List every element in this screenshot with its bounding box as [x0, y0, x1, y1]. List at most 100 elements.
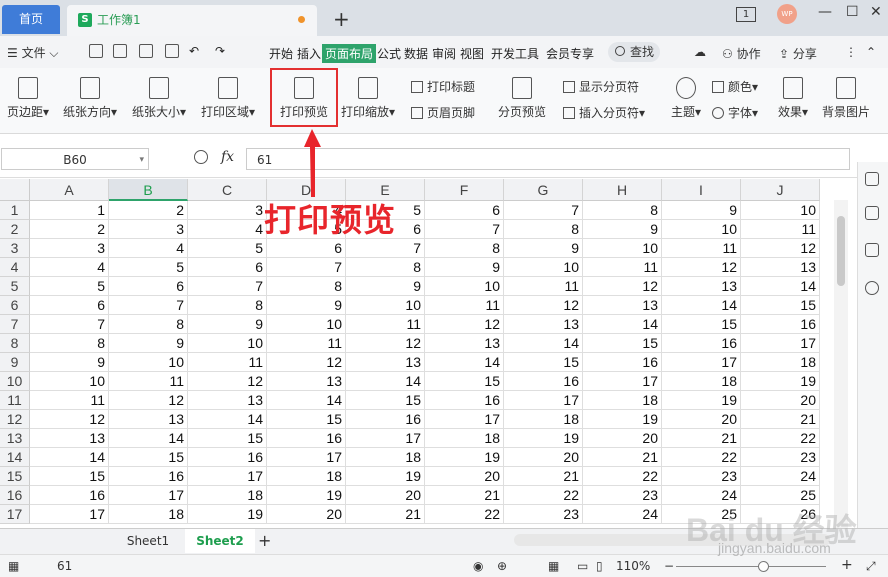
- grid-cell[interactable]: 11: [504, 277, 583, 296]
- grid-cell[interactable]: 22: [583, 467, 662, 486]
- grid-cell[interactable]: 3: [188, 201, 267, 220]
- row-header[interactable]: 10: [0, 372, 30, 391]
- row-header[interactable]: 11: [0, 391, 30, 410]
- grid-cell[interactable]: 18: [741, 353, 820, 372]
- grid-cell[interactable]: 11: [109, 372, 188, 391]
- grid-cell[interactable]: 14: [30, 448, 109, 467]
- column-header-g[interactable]: G: [504, 179, 583, 201]
- grid-cell[interactable]: 24: [583, 505, 662, 524]
- grid-cell[interactable]: 10: [267, 315, 346, 334]
- grid-cell[interactable]: 13: [30, 429, 109, 448]
- grid-cell[interactable]: 7: [188, 277, 267, 296]
- grid-cell[interactable]: 21: [741, 410, 820, 429]
- sheet-tab-1[interactable]: Sheet1: [112, 529, 184, 553]
- grid-cell[interactable]: 6: [109, 277, 188, 296]
- grid-cell[interactable]: 9: [30, 353, 109, 372]
- grid-cell[interactable]: 21: [346, 505, 425, 524]
- tab-data[interactable]: 数据: [404, 45, 428, 62]
- new-tab-button[interactable]: +: [333, 7, 350, 31]
- grid-cell[interactable]: 17: [425, 410, 504, 429]
- grid-cell[interactable]: 11: [662, 239, 741, 258]
- grid-cell[interactable]: 13: [583, 296, 662, 315]
- grid-cell[interactable]: 18: [188, 486, 267, 505]
- grid-cell[interactable]: 11: [188, 353, 267, 372]
- grid-cell[interactable]: 16: [662, 334, 741, 353]
- grid-cell[interactable]: 19: [662, 391, 741, 410]
- collapse-ribbon-icon[interactable]: ⌃: [866, 45, 876, 59]
- row-header[interactable]: 4: [0, 258, 30, 277]
- tab-document[interactable]: S 工作簿1: [67, 5, 317, 36]
- grid-cell[interactable]: 23: [504, 505, 583, 524]
- vertical-scroll-thumb[interactable]: [837, 216, 845, 286]
- fonts-button[interactable]: 字体▾: [712, 104, 758, 121]
- grid-cell[interactable]: 11: [425, 296, 504, 315]
- row-header[interactable]: 13: [0, 429, 30, 448]
- grid-cell[interactable]: 9: [109, 334, 188, 353]
- grid-cell[interactable]: 10: [30, 372, 109, 391]
- grid-cell[interactable]: 19: [346, 467, 425, 486]
- grid-cell[interactable]: 14: [267, 391, 346, 410]
- grid-cell[interactable]: 15: [504, 353, 583, 372]
- grid-cell[interactable]: 24: [741, 467, 820, 486]
- grid-cell[interactable]: 21: [504, 467, 583, 486]
- grid-cell[interactable]: 15: [583, 334, 662, 353]
- grid-cell[interactable]: 9: [662, 201, 741, 220]
- tab-formula[interactable]: 公式: [377, 45, 401, 62]
- fx-icon[interactable]: fx: [221, 149, 234, 165]
- collab-button[interactable]: ⚇ 协作: [722, 45, 761, 62]
- grid-cell[interactable]: 6: [188, 258, 267, 277]
- grid-cell[interactable]: 16: [583, 353, 662, 372]
- grid-cell[interactable]: 4: [188, 220, 267, 239]
- redo-icon[interactable]: ↷: [215, 44, 225, 58]
- grid-cell[interactable]: 18: [346, 448, 425, 467]
- grid-cell[interactable]: 14: [425, 353, 504, 372]
- grid-cell[interactable]: 20: [741, 391, 820, 410]
- grid-cell[interactable]: 12: [30, 410, 109, 429]
- grid-cell[interactable]: 6: [267, 239, 346, 258]
- grid-cell[interactable]: 15: [425, 372, 504, 391]
- header-footer-button[interactable]: 页眉页脚: [411, 104, 475, 121]
- grid-cell[interactable]: 8: [109, 315, 188, 334]
- row-header[interactable]: 16: [0, 486, 30, 505]
- grid-cell[interactable]: 8: [267, 277, 346, 296]
- grid-cell[interactable]: 6: [425, 201, 504, 220]
- grid-cell[interactable]: 15: [109, 448, 188, 467]
- grid-cell[interactable]: 18: [267, 467, 346, 486]
- grid-cell[interactable]: 21: [425, 486, 504, 505]
- grid-cell[interactable]: 9: [346, 277, 425, 296]
- tab-member[interactable]: 会员专享: [546, 45, 594, 62]
- grid-cell[interactable]: 19: [741, 372, 820, 391]
- minimize-icon[interactable]: —: [818, 4, 832, 20]
- more-icon[interactable]: ⋮: [845, 45, 857, 59]
- column-header-f[interactable]: F: [425, 179, 504, 201]
- search-input[interactable]: 查找: [608, 42, 660, 62]
- print-titles-button[interactable]: 打印标题: [411, 78, 475, 95]
- grid-cell[interactable]: 16: [346, 410, 425, 429]
- grid-cell[interactable]: 20: [583, 429, 662, 448]
- zoom-slider-knob[interactable]: [758, 561, 769, 572]
- grid-cell[interactable]: 13: [346, 353, 425, 372]
- page-break-preview-button[interactable]: 分页预览: [496, 77, 548, 120]
- orientation-button[interactable]: 纸张方向▾: [61, 77, 119, 120]
- grid-cell[interactable]: 12: [741, 239, 820, 258]
- grid-cell[interactable]: 11: [267, 334, 346, 353]
- grid-cell[interactable]: 22: [662, 448, 741, 467]
- grid-cell[interactable]: 17: [109, 486, 188, 505]
- grid-cell[interactable]: 15: [346, 391, 425, 410]
- fullscreen-icon[interactable]: ⤢: [866, 559, 876, 574]
- grid-cell[interactable]: 7: [109, 296, 188, 315]
- grid-cell[interactable]: 20: [662, 410, 741, 429]
- grid-cell[interactable]: 8: [583, 201, 662, 220]
- grid-cell[interactable]: 19: [425, 448, 504, 467]
- grid-cell[interactable]: 11: [583, 258, 662, 277]
- grid-cell[interactable]: 15: [30, 467, 109, 486]
- grid-cell[interactable]: 11: [741, 220, 820, 239]
- row-header[interactable]: 5: [0, 277, 30, 296]
- grid-cell[interactable]: 4: [30, 258, 109, 277]
- grid-cell[interactable]: 9: [267, 296, 346, 315]
- zoom-in-icon[interactable]: +: [841, 557, 853, 573]
- grid-cell[interactable]: 13: [741, 258, 820, 277]
- style-icon[interactable]: [865, 243, 879, 257]
- grid-cell[interactable]: 4: [109, 239, 188, 258]
- grid-cell[interactable]: 13: [109, 410, 188, 429]
